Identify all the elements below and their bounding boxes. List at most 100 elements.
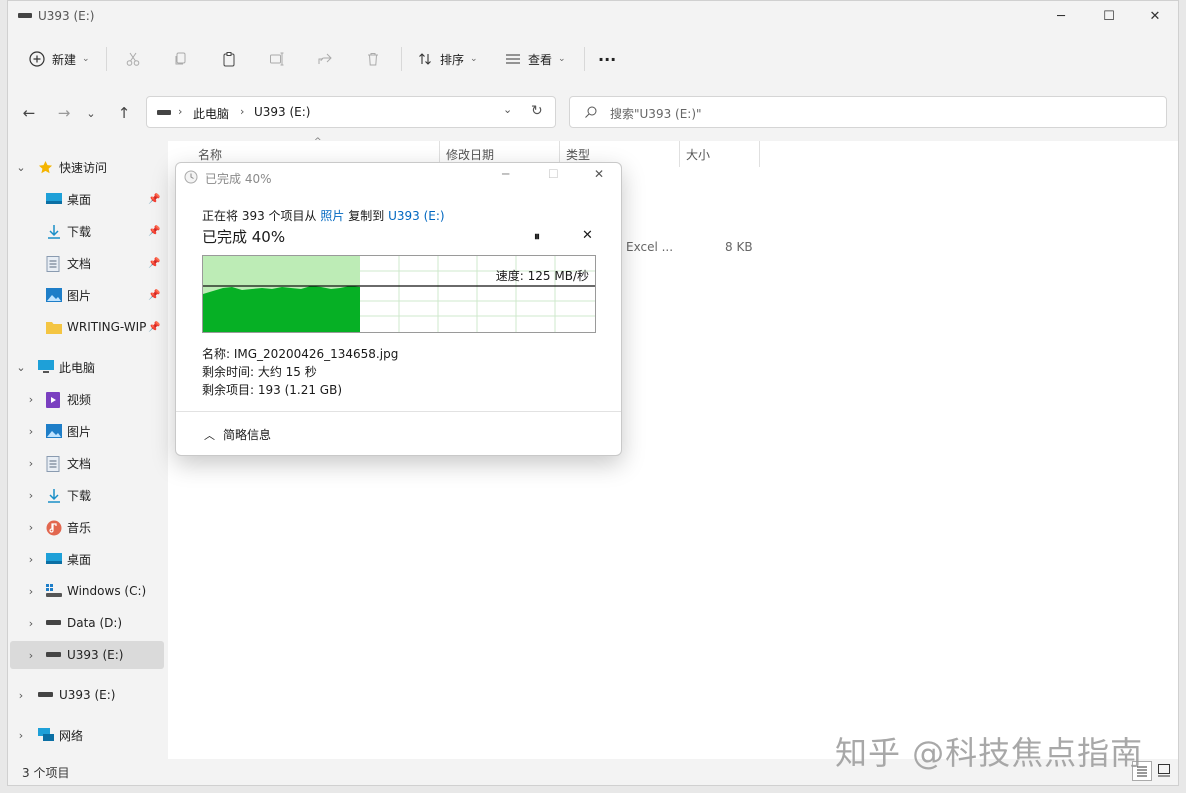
chevron-down-icon[interactable]: ⌄: [14, 361, 28, 374]
sidebar-item-writing-wip[interactable]: WRITING-WIP 📌: [8, 313, 164, 341]
more-options-button[interactable]: ···: [598, 39, 616, 79]
sidebar-item-data-d[interactable]: › Data (D:): [8, 609, 164, 637]
list-view-icon: [504, 50, 522, 68]
sidebar-item-downloads[interactable]: 下载 📌: [8, 217, 164, 245]
recent-locations-button[interactable]: ⌄: [82, 96, 100, 130]
maximize-button[interactable]: ☐: [1086, 1, 1132, 31]
cut-button[interactable]: [124, 39, 142, 79]
chevron-right-icon[interactable]: ›: [24, 553, 38, 566]
sidebar-item-quick-access[interactable]: ⌄ 快速访问: [8, 153, 164, 181]
pin-icon[interactable]: 📌: [148, 290, 160, 301]
chevron-right-icon[interactable]: ›: [24, 585, 38, 598]
minimize-button[interactable]: ─: [1038, 1, 1084, 31]
computer-icon: [38, 360, 54, 374]
pause-button[interactable]: ⏸: [534, 229, 540, 244]
sidebar-item-u393-e-selected[interactable]: › U393 (E:): [10, 641, 164, 669]
breadcrumb-this-pc[interactable]: 此电脑: [193, 105, 229, 122]
sidebar-item-desktop[interactable]: 桌面 📌: [8, 185, 164, 213]
details-toggle[interactable]: ︿ 简略信息: [204, 426, 271, 443]
view-button[interactable]: 查看 ⌄: [504, 39, 566, 79]
address-bar[interactable]: › 此电脑 › U393 (E:) ⌄ ↻: [146, 96, 556, 128]
pin-icon[interactable]: 📌: [148, 322, 160, 333]
chevron-down-icon[interactable]: ⌄: [503, 103, 512, 116]
chevron-right-icon[interactable]: ›: [24, 489, 38, 502]
chevron-down-icon: ⌄: [82, 54, 90, 64]
destination-link[interactable]: U393 (E:): [388, 209, 445, 223]
dialog-title: 已完成 40%: [205, 172, 272, 186]
sidebar-item-windows-c[interactable]: › Windows (C:): [8, 577, 164, 605]
chevron-right-icon[interactable]: ›: [24, 425, 38, 438]
column-divider[interactable]: [759, 141, 760, 167]
column-header-size[interactable]: 大小: [686, 141, 710, 167]
rename-icon: [268, 50, 286, 68]
speed-label: 速度: 125 MB/秒: [495, 269, 589, 283]
sidebar-label: 下载: [67, 488, 92, 503]
cancel-copy-button[interactable]: ✕: [582, 228, 593, 243]
progress-heading: 已完成 40%: [202, 228, 286, 246]
items-remaining-line: 剩余项目: 193 (1.21 GB): [202, 383, 343, 397]
sidebar-item-pictures[interactable]: 图片 📌: [8, 281, 164, 309]
back-button[interactable]: ←: [16, 96, 42, 130]
sidebar-item-u393-e-removable[interactable]: › U393 (E:): [8, 681, 164, 709]
sidebar-item-pictures-pc[interactable]: › 图片: [8, 417, 164, 445]
sidebar-item-documents-pc[interactable]: › 文档: [8, 449, 164, 477]
drive-icon: [38, 692, 53, 697]
up-button[interactable]: ↑: [111, 96, 137, 130]
sidebar-item-network[interactable]: › 网络: [8, 721, 164, 749]
sidebar-label: 图片: [67, 424, 92, 439]
copy-description: 正在将 393 个项目从 照片 复制到 U393 (E:): [202, 207, 445, 224]
copy-button[interactable]: [172, 39, 190, 79]
chevron-right-icon[interactable]: ›: [14, 729, 28, 742]
sidebar-label: 图片: [67, 288, 92, 303]
chevron-right-icon[interactable]: ›: [14, 689, 28, 702]
delete-button[interactable]: [364, 39, 382, 79]
dialog-divider: [176, 411, 621, 412]
column-divider[interactable]: [679, 141, 680, 167]
sidebar-item-this-pc[interactable]: ⌄ 此电脑: [8, 353, 164, 381]
sidebar-label: Windows (C:): [67, 584, 147, 598]
view-label: 查看: [528, 52, 553, 67]
progress-graph: 速度: 125 MB/秒: [202, 255, 596, 333]
pin-icon[interactable]: 📌: [148, 194, 160, 205]
sidebar-label: U393 (E:): [67, 648, 124, 662]
pin-icon[interactable]: 📌: [148, 258, 160, 269]
sort-indicator-icon: ^: [314, 137, 322, 147]
chevron-right-icon[interactable]: ›: [24, 649, 38, 662]
tiles-view-icon[interactable]: [1157, 763, 1171, 780]
new-button[interactable]: 新建 ⌄: [28, 39, 90, 79]
sidebar-item-videos[interactable]: › 视频: [8, 385, 164, 413]
refresh-icon[interactable]: ↻: [531, 103, 543, 119]
music-icon: [46, 520, 62, 536]
dialog-minimize-button[interactable]: ─: [502, 167, 509, 181]
new-label: 新建: [52, 52, 77, 67]
sidebar-item-downloads-pc[interactable]: › 下载: [8, 481, 164, 509]
close-button[interactable]: ✕: [1132, 1, 1178, 31]
sidebar-item-documents[interactable]: 文档 📌: [8, 249, 164, 277]
chevron-right-icon[interactable]: ›: [24, 393, 38, 406]
chevron-down-icon[interactable]: ⌄: [14, 161, 28, 174]
chevron-right-icon[interactable]: ›: [24, 617, 38, 630]
sidebar-item-music[interactable]: › 音乐: [8, 513, 164, 541]
item-count: 3 个项目: [22, 766, 70, 780]
chevron-right-icon[interactable]: ›: [24, 457, 38, 470]
chevron-right-icon[interactable]: ›: [24, 521, 38, 534]
sort-icon: [416, 50, 434, 68]
rename-button[interactable]: [268, 39, 286, 79]
source-link[interactable]: 照片: [320, 209, 344, 223]
sort-button[interactable]: 排序 ⌄: [416, 39, 478, 79]
forward-button[interactable]: →: [51, 96, 77, 130]
download-icon: [46, 224, 62, 239]
share-button[interactable]: [316, 39, 334, 79]
pin-icon[interactable]: 📌: [148, 226, 160, 237]
search-input[interactable]: 搜索"U393 (E:)": [569, 96, 1167, 128]
sidebar-item-desktop-pc[interactable]: › 桌面: [8, 545, 164, 573]
breadcrumb-drive[interactable]: U393 (E:): [254, 105, 311, 119]
sidebar-label: 此电脑: [59, 360, 96, 375]
paste-button[interactable]: [220, 39, 238, 79]
scissors-icon: [124, 50, 142, 68]
dialog-close-button[interactable]: ✕: [594, 167, 604, 181]
sidebar-label: WRITING-WIP: [67, 320, 147, 334]
dialog-maximize-button[interactable]: ☐: [548, 167, 559, 181]
title-bar[interactable]: U393 (E:) ─ ☐ ✕: [8, 1, 1178, 31]
window-title: U393 (E:): [38, 9, 95, 23]
